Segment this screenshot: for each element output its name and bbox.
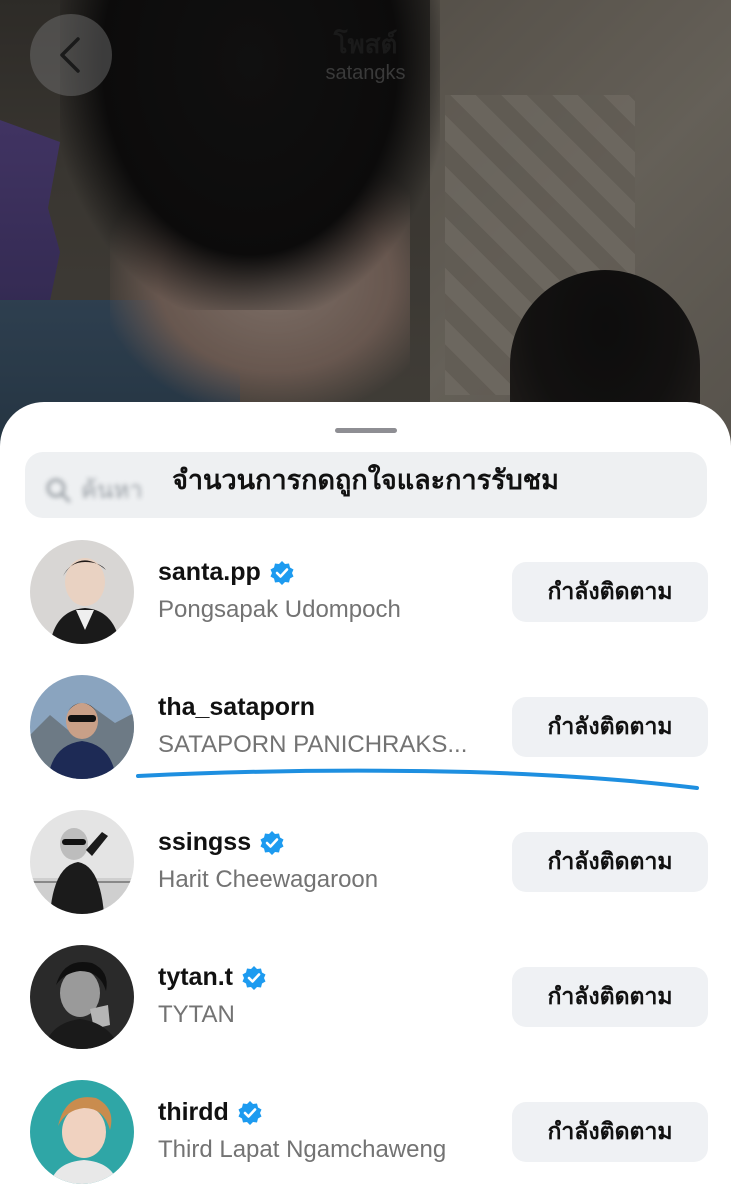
avatar[interactable] — [30, 1080, 134, 1184]
list-item[interactable]: thirdd Third Lapat Ngamchaweng กำลังติดต… — [0, 1080, 731, 1200]
username[interactable]: santa.pp — [158, 558, 261, 587]
verified-badge-icon — [270, 560, 294, 585]
post-username: satangks — [325, 62, 406, 84]
likes-views-sheet: ค้นหา จำนวนการกดถูกใจและการรับชม santa.p… — [0, 402, 731, 1200]
list-item[interactable]: santa.pp Pongsapak Udompoch กำลังติดตาม — [0, 540, 731, 660]
avatar[interactable] — [30, 810, 134, 914]
username[interactable]: tha_sataporn — [158, 693, 315, 722]
following-button[interactable]: กำลังติดตาม — [512, 967, 708, 1027]
following-button[interactable]: กำลังติดตาม — [512, 832, 708, 892]
verified-badge-icon — [260, 830, 284, 855]
following-button[interactable]: กำลังติดตาม — [512, 562, 708, 622]
verified-badge-icon — [238, 1100, 262, 1125]
list-item[interactable]: tytan.t TYTAN กำลังติดตาม — [0, 945, 731, 1065]
sheet-grabber[interactable] — [335, 428, 397, 433]
verified-badge-icon — [242, 965, 266, 990]
full-name: Harit Cheewagaroon — [158, 866, 379, 893]
following-button[interactable]: กำลังติดตาม — [512, 697, 708, 757]
username[interactable]: ssingss — [158, 828, 251, 857]
sheet-title: จำนวนการกดถูกใจและการรับชม — [172, 465, 559, 495]
avatar[interactable] — [30, 675, 134, 779]
avatar[interactable] — [30, 945, 134, 1049]
following-button[interactable]: กำลังติดตาม — [512, 1102, 708, 1162]
username[interactable]: tytan.t — [158, 963, 233, 992]
username[interactable]: thirdd — [158, 1098, 229, 1127]
full-name: SATAPORN PANICHRAKS... — [158, 731, 468, 758]
avatar[interactable] — [30, 540, 134, 644]
list-item[interactable]: tha_sataporn SATAPORN PANICHRAKS... กำลั… — [0, 675, 731, 795]
full-name: TYTAN — [158, 1001, 235, 1028]
page-title: โพสต์ — [333, 29, 398, 59]
list-item[interactable]: ssingss Harit Cheewagaroon กำลังติดตาม — [0, 810, 731, 930]
full-name: Pongsapak Udompoch — [158, 596, 401, 623]
full-name: Third Lapat Ngamchaweng — [158, 1136, 447, 1163]
